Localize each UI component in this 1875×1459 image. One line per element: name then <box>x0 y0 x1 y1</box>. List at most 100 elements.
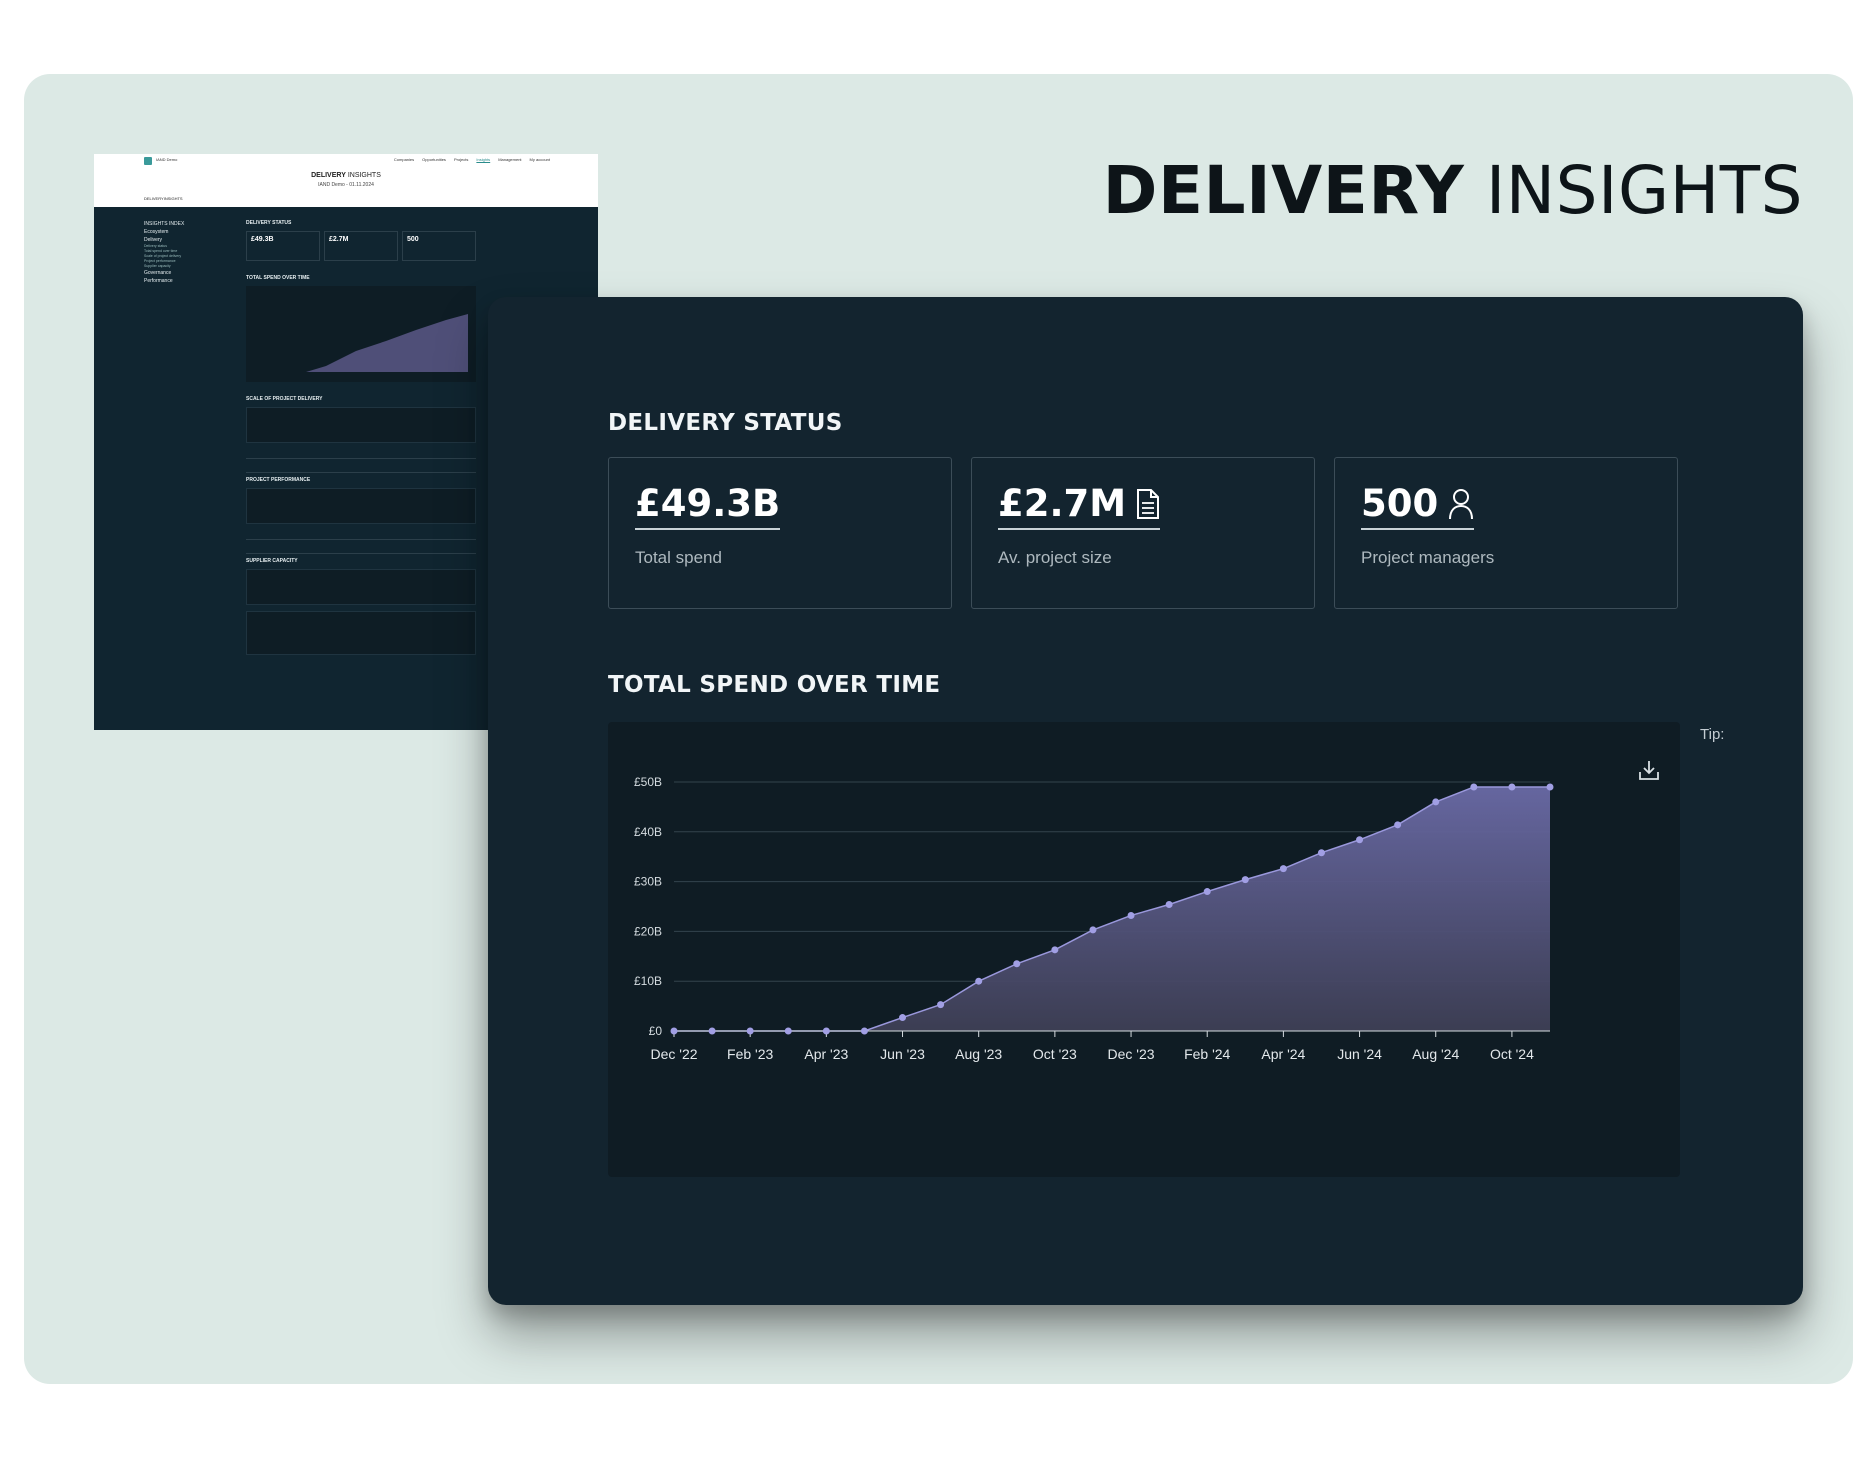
preview-section-heading: DELIVERY STATUS <box>246 220 292 226</box>
y-tick-label: £10B <box>634 974 662 988</box>
preview-chart <box>246 286 476 382</box>
preview-block <box>246 611 476 655</box>
x-tick-label: Jun '23 <box>880 1046 925 1062</box>
preview-nav-item: Insights <box>476 157 491 162</box>
preview-subtitle: IAND Demo - 01.11.2024 <box>318 182 374 188</box>
data-point <box>1127 911 1135 919</box>
project-managers-label: Project managers <box>1361 548 1495 567</box>
data-point <box>1394 821 1402 829</box>
data-point <box>1241 876 1249 884</box>
x-tick-label: Oct '23 <box>1033 1046 1077 1062</box>
spend-area-fill <box>674 786 1550 1031</box>
project-managers-card: 500 Project managers <box>1334 457 1678 609</box>
preview-nav: Companies Opportunities Projects Insight… <box>394 157 550 162</box>
data-point <box>1546 783 1554 791</box>
project-managers-value[interactable]: 500 <box>1361 482 1475 530</box>
hero-title-light: INSIGHTS <box>1485 152 1803 229</box>
preview-nav-item: Opportunities <box>422 157 446 162</box>
preview-main: DELIVERY STATUS £49.3B £2.7M 500 TOTAL S… <box>246 220 476 661</box>
document-icon <box>1137 488 1160 519</box>
preview-block <box>246 488 476 524</box>
data-point <box>1279 865 1287 873</box>
data-point <box>1508 783 1516 791</box>
data-point <box>1356 836 1364 844</box>
preview-header: IAND Demo Companies Opportunities Projec… <box>94 154 598 207</box>
spend-area-chart: £0 £10B £20B £30B £40B £50B Dec '22 Feb '23 Apr … <box>634 775 1554 1062</box>
delivery-status-cards: £49.3B Total spend £2.7M Av. project siz… <box>608 457 1678 609</box>
preview-cards: £49.3B £2.7M 500 <box>246 231 476 261</box>
preview-sidebar-item: Governance <box>144 270 172 276</box>
preview-card: 500 <box>402 231 476 261</box>
y-tick-label: £30B <box>634 875 662 889</box>
preview-nav-item: My account <box>529 157 550 162</box>
preview-chart-graphic <box>252 314 468 372</box>
preview-sidebar-item: Delivery <box>144 237 163 243</box>
preview-title: DELIVERY INSIGHTS <box>94 172 598 179</box>
data-point <box>1203 888 1211 896</box>
x-tick-label: Aug '23 <box>955 1046 1002 1062</box>
preview-nav-item: Companies <box>393 157 415 162</box>
person-icon <box>1449 488 1474 519</box>
chart-area-layer <box>674 786 1550 1032</box>
data-point <box>1165 901 1173 909</box>
data-point <box>708 1027 716 1035</box>
x-tick-label: Dec '22 <box>650 1046 697 1062</box>
preview-section-heading: SUPPLIER CAPACITY <box>246 558 298 564</box>
preview-chart-area <box>252 314 468 372</box>
y-tick-label: £20B <box>634 924 662 938</box>
preview-line <box>246 463 476 473</box>
data-point <box>746 1027 754 1035</box>
project-managers-value-text: 500 <box>1361 482 1439 525</box>
delivery-status-heading: DELIVERY STATUS <box>608 410 843 436</box>
data-point <box>860 1027 868 1035</box>
data-point <box>975 977 983 985</box>
y-tick-label: £0 <box>649 1024 663 1038</box>
data-point <box>899 1014 907 1022</box>
data-point <box>1013 960 1021 968</box>
preview-section-heading: SCALE OF PROJECT DELIVERY <box>246 396 323 402</box>
preview-logo <box>144 157 152 165</box>
preview-line <box>246 544 476 554</box>
x-tick-label: Aug '24 <box>1412 1046 1459 1062</box>
y-tick-label: £50B <box>634 775 662 789</box>
data-point <box>822 1027 830 1035</box>
hero-title: DELIVERY INSIGHTS <box>1103 152 1803 229</box>
download-icon[interactable] <box>1638 759 1660 781</box>
preview-section-heading: PROJECT PERFORMANCE <box>246 477 311 483</box>
avg-project-size-label: Av. project size <box>998 548 1112 567</box>
avg-project-size-value[interactable]: £2.7M <box>998 482 1161 530</box>
preview-nav-item: Management <box>498 157 522 162</box>
x-tick-label: Apr '23 <box>804 1046 848 1062</box>
total-spend-value[interactable]: £49.3B <box>635 482 781 530</box>
x-tick-label: Dec '23 <box>1108 1046 1155 1062</box>
data-point <box>1470 783 1478 791</box>
total-spend-heading: TOTAL SPEND OVER TIME <box>608 672 941 698</box>
preview-sidebar-item: Performance <box>144 278 173 284</box>
preview-brand: IAND Demo <box>156 157 178 162</box>
data-point <box>937 1001 945 1009</box>
preview-card: £2.7M <box>324 231 398 261</box>
hero-title-strong: DELIVERY <box>1102 152 1465 229</box>
preview-breadcrumb: DELIVERYINSIGHTS <box>144 196 183 201</box>
y-tick-label: £40B <box>634 825 662 839</box>
avg-project-size-value-text: £2.7M <box>998 482 1127 525</box>
preview-section-heading: TOTAL SPEND OVER TIME <box>246 275 310 281</box>
preview-block <box>246 569 476 605</box>
data-point <box>670 1027 678 1035</box>
data-point <box>1051 946 1059 954</box>
chart-tip-text: Tip: data <box>1700 726 1728 743</box>
preview-block <box>246 407 476 443</box>
avg-project-size-card: £2.7M Av. project size <box>971 457 1315 609</box>
preview-card: £49.3B <box>246 231 320 261</box>
preview-sidebar: INSIGHTS INDEX Ecosystem Delivery Delive… <box>144 220 234 285</box>
preview-title-light: INSIGHTS <box>347 172 381 179</box>
total-spend-card: £49.3B Total spend <box>608 457 952 609</box>
x-tick-label: Feb '23 <box>727 1046 773 1062</box>
preview-line <box>246 530 476 540</box>
x-tick-label: Feb '24 <box>1184 1046 1230 1062</box>
spend-chart-container: £0 £10B £20B £30B £40B £50B Dec '22 Feb '23 Apr … <box>608 722 1680 1177</box>
preview-sidebar-item: Ecosystem <box>144 229 169 235</box>
preview-line <box>246 449 476 459</box>
preview-nav-item: Projects <box>453 157 469 162</box>
data-point <box>1089 926 1097 934</box>
